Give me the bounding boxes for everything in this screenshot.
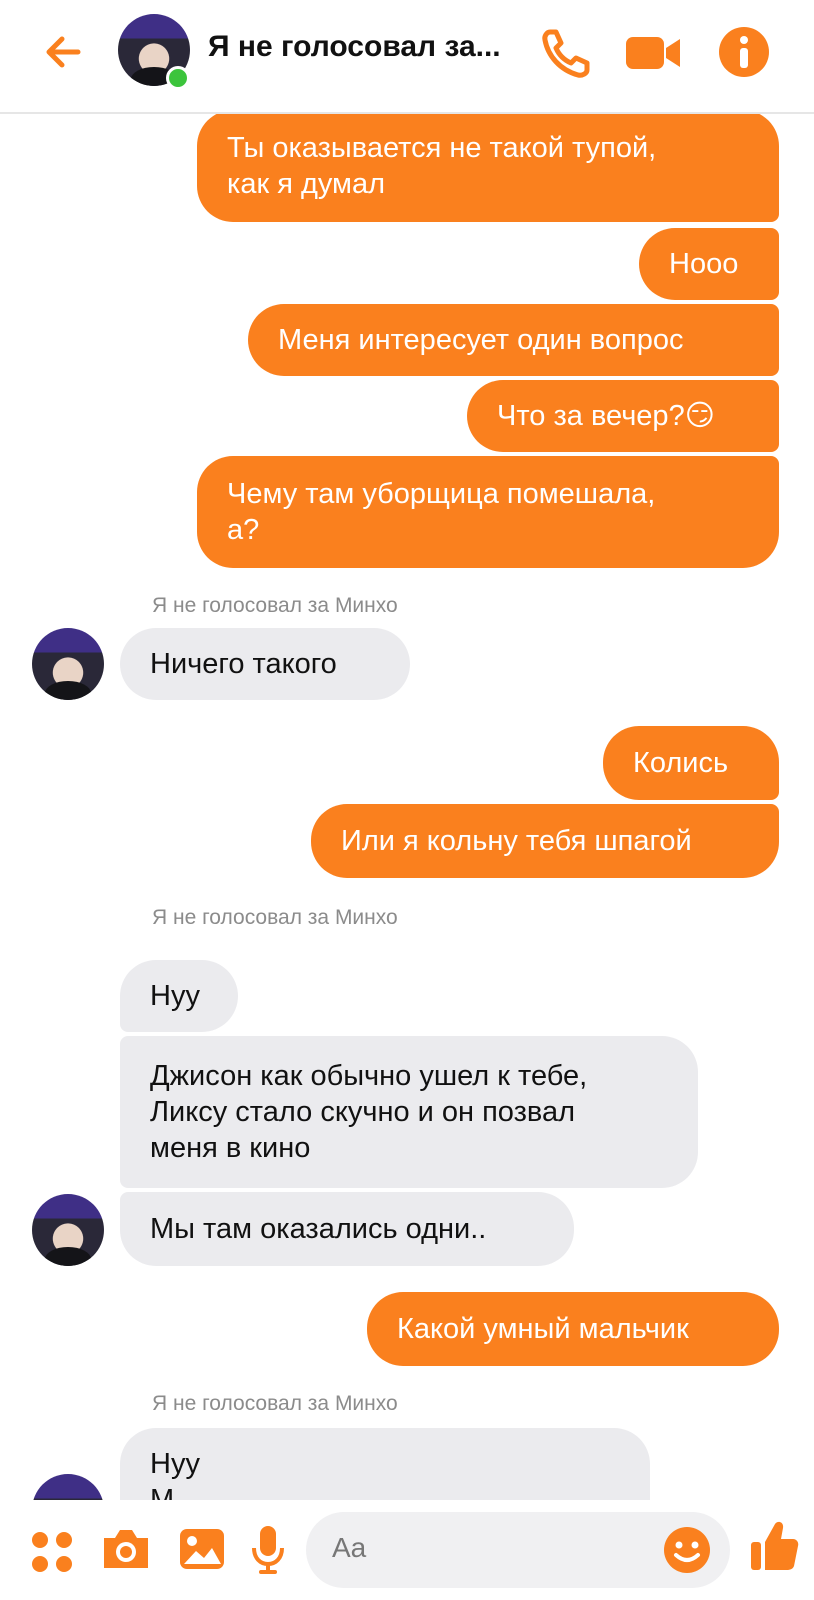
message-composer: Aa	[0, 1500, 814, 1600]
sender-name: Я не голосовал за Минхо	[152, 1392, 398, 1415]
voice-message-button[interactable]	[250, 1524, 286, 1576]
message-bubble-out[interactable]: Ты оказывается не такой тупой, как я дум…	[197, 112, 779, 222]
info-button[interactable]	[716, 24, 772, 80]
chat-header: Я не голосовал за...	[0, 0, 814, 114]
gallery-button[interactable]	[178, 1526, 226, 1572]
message-line: а?	[227, 514, 260, 546]
message-bubble-out[interactable]: Нооо	[639, 228, 779, 300]
image-icon	[180, 1529, 224, 1569]
thumbs-up-icon	[751, 1521, 799, 1570]
message-bubble-out[interactable]: Что за вечер?😏	[467, 380, 779, 452]
sender-name: Я не голосовал за Минхо	[152, 906, 398, 929]
chat-title[interactable]: Я не голосовал за...	[208, 30, 538, 64]
arrow-left-icon	[46, 36, 81, 68]
message-bubble-in[interactable]: Ничего такого	[120, 628, 410, 700]
message-line: Нуу	[150, 1448, 200, 1480]
message-line: Чему там уборщица помешала,	[227, 478, 656, 510]
camera-button[interactable]	[100, 1526, 152, 1572]
message-line: как я думал	[227, 168, 386, 200]
message-line: Ты оказывается не такой тупой,	[227, 132, 657, 164]
like-button[interactable]	[748, 1518, 800, 1574]
message-bubble-in[interactable]: Нуу М	[120, 1428, 650, 1500]
message-bubble-in[interactable]: Нуу	[120, 960, 238, 1032]
video-camera-icon	[626, 37, 680, 69]
message-line: меня в кино	[150, 1132, 311, 1164]
video-call-button[interactable]	[624, 30, 684, 76]
message-bubble-out[interactable]: Чему там уборщица помешала, а?	[197, 456, 779, 568]
message-bubble-out[interactable]: Или я кольну тебя шпагой	[311, 804, 779, 878]
sender-avatar[interactable]	[32, 628, 104, 700]
sender-avatar[interactable]	[32, 1194, 104, 1266]
online-status-indicator	[166, 66, 190, 90]
message-bubble-in[interactable]: Джисон как обычно ушел к тебе, Ликсу ста…	[120, 1036, 698, 1188]
sender-avatar[interactable]	[32, 1474, 104, 1500]
more-actions-button[interactable]	[30, 1530, 74, 1574]
call-button[interactable]	[538, 24, 596, 82]
back-button[interactable]	[34, 22, 94, 82]
message-bubble-out[interactable]: Колись	[603, 726, 779, 800]
message-bubble-out[interactable]: Какой умный мальчик	[367, 1292, 779, 1366]
message-input[interactable]: Aa	[306, 1512, 730, 1588]
message-list[interactable]: Ты оказывается не такой тупой, как я дум…	[0, 112, 814, 1500]
grid-menu-icon	[32, 1532, 72, 1572]
emoji-button[interactable]	[662, 1525, 712, 1575]
sender-name: Я не голосовал за Минхо	[152, 594, 398, 617]
message-bubble-in[interactable]: Мы там оказались одни..	[120, 1192, 574, 1266]
message-input-placeholder: Aa	[332, 1532, 367, 1563]
microphone-icon	[252, 1526, 284, 1574]
camera-icon	[104, 1530, 148, 1568]
phone-icon	[542, 29, 590, 78]
message-line: Джисон как обычно ушел к тебе,	[150, 1060, 588, 1092]
message-line: М	[150, 1484, 175, 1500]
message-line: Ликсу стало скучно и он позвал	[150, 1096, 576, 1128]
message-bubble-out[interactable]: Меня интересует один вопрос	[248, 304, 779, 376]
emoji-icon	[664, 1527, 710, 1573]
info-icon	[719, 27, 769, 77]
